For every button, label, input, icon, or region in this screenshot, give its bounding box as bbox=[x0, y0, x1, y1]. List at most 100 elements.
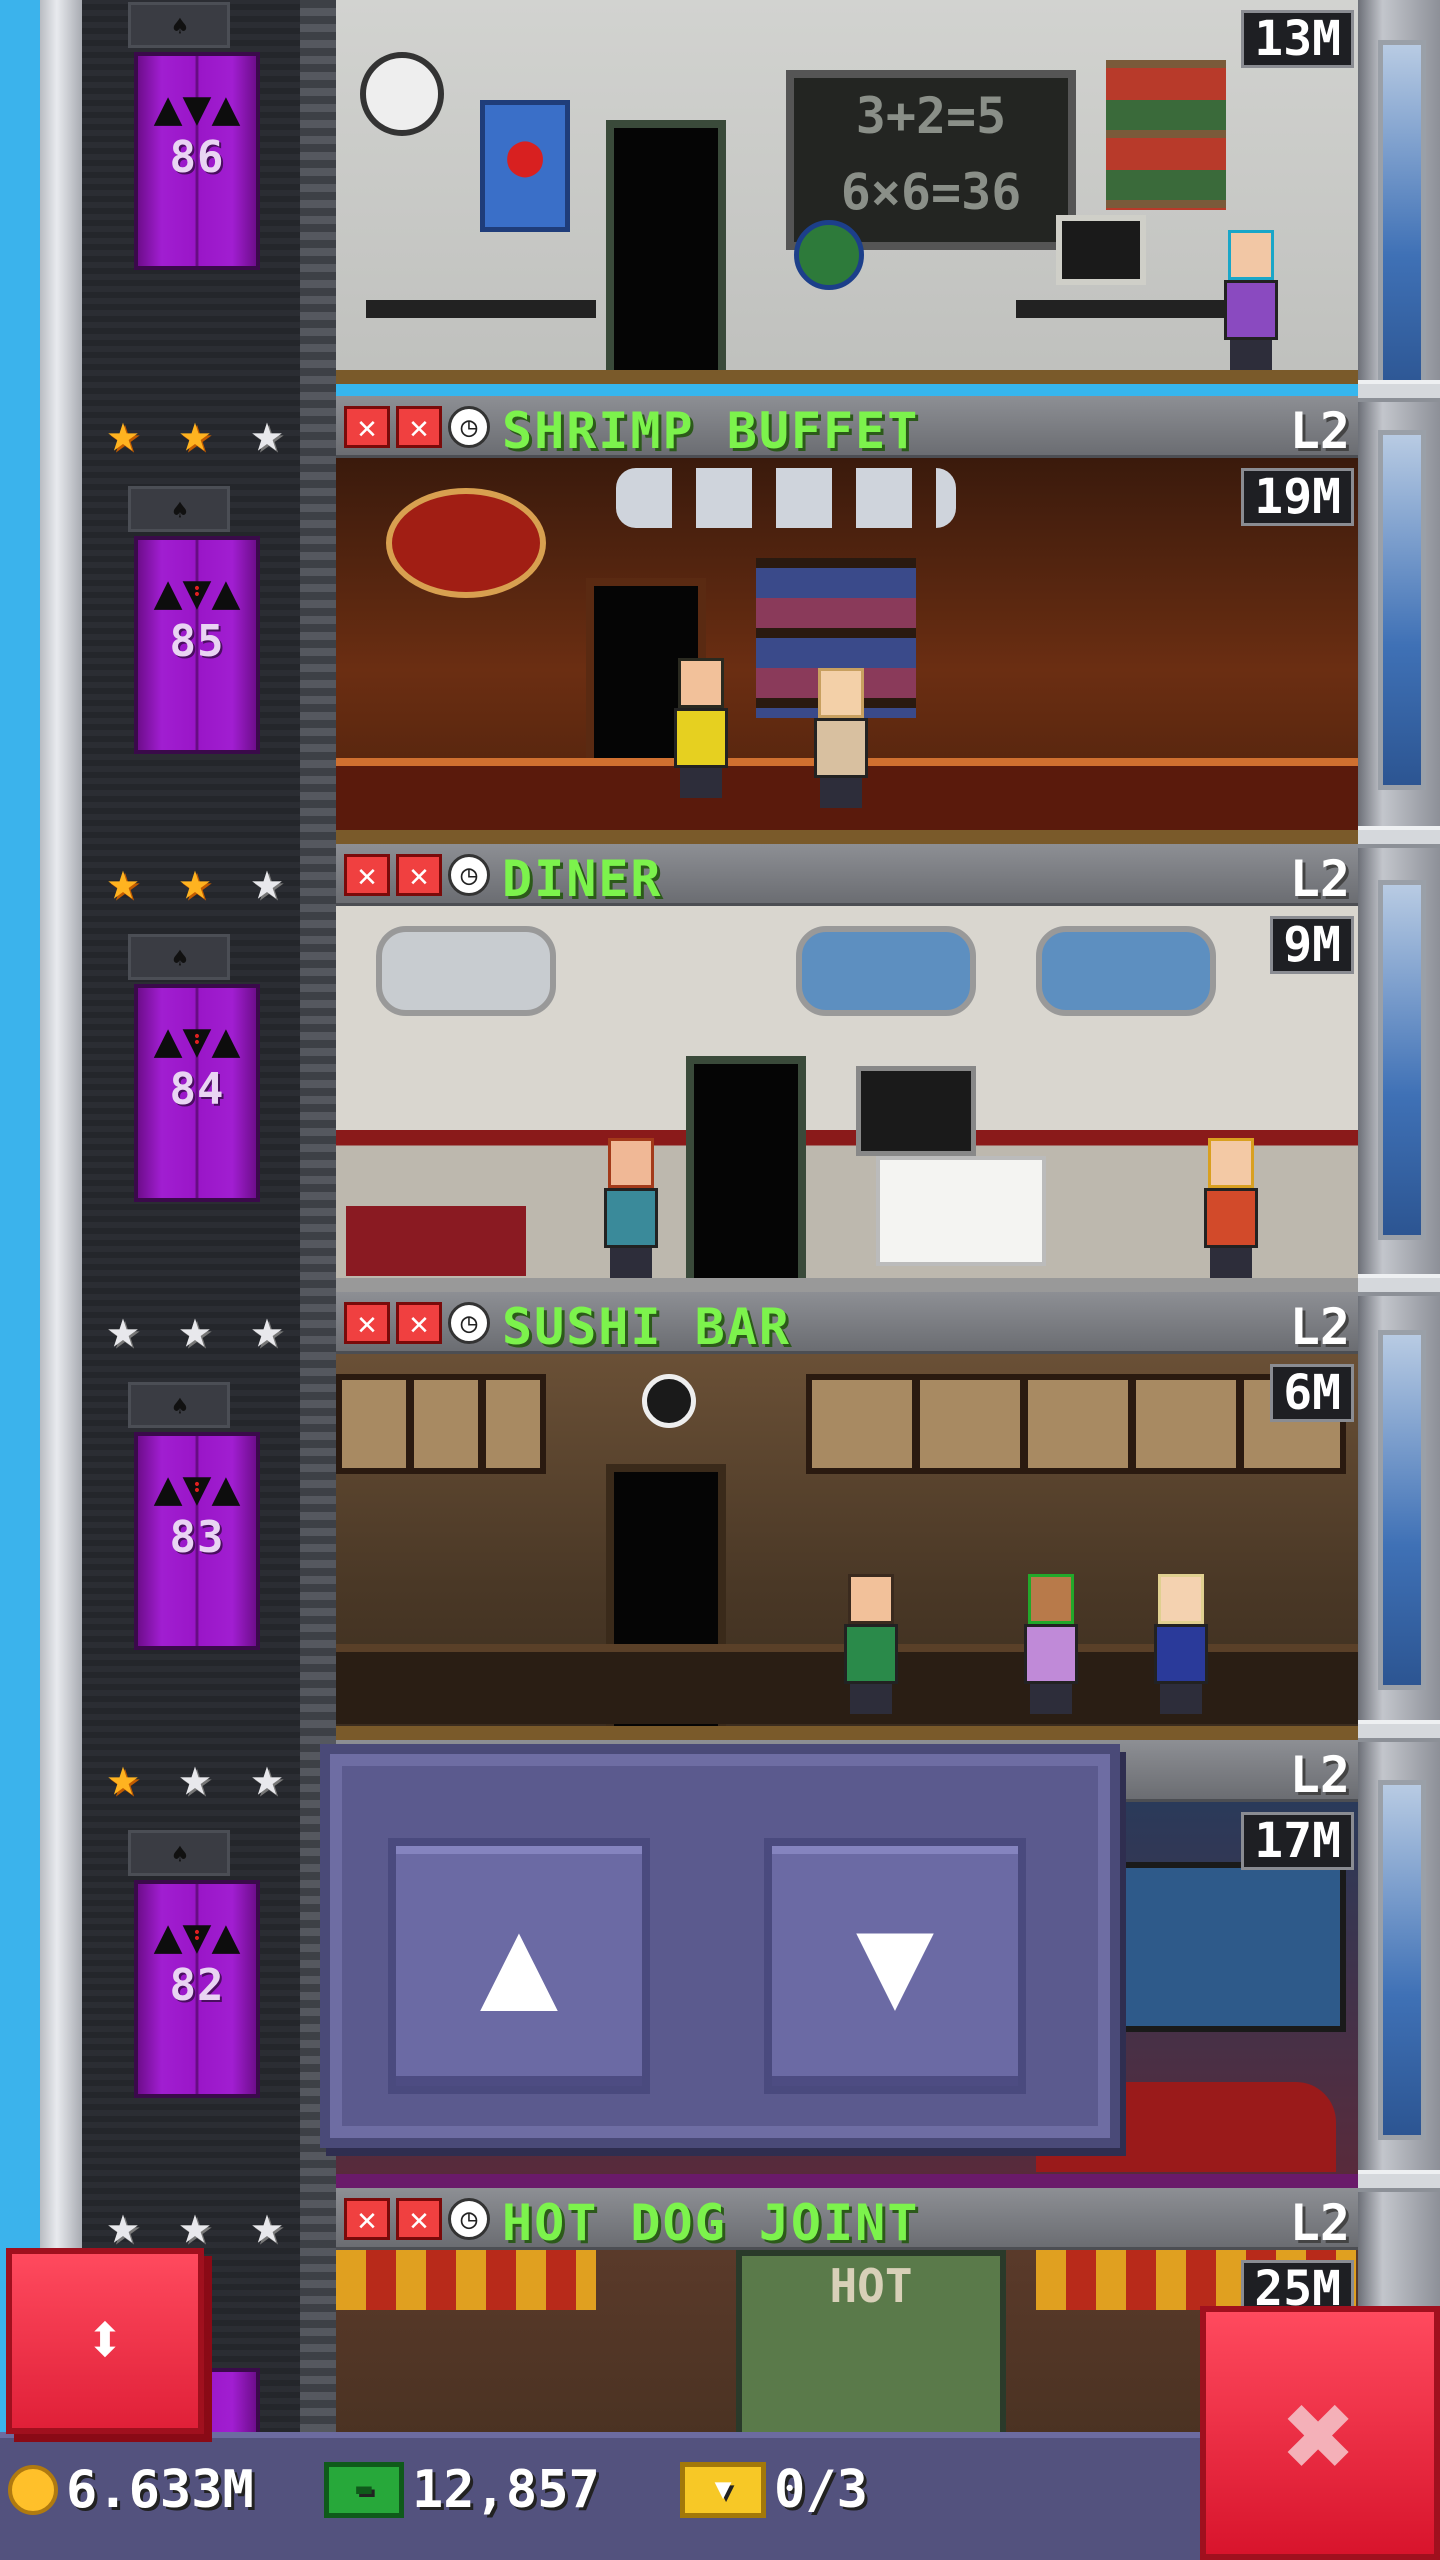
floor-earnings-tag[interactable]: 19M bbox=[1241, 468, 1354, 526]
floor-85[interactable]: ★ ★ ★ ♠ ▲▼▲ • • 85 ✕ ✕ ◷ SHRIMP BUFFET L… bbox=[82, 396, 1358, 844]
sky-background bbox=[0, 0, 40, 2560]
star-icon: ★ bbox=[178, 1297, 212, 1360]
sushi-lamp-icon bbox=[642, 1374, 696, 1428]
coin-icon bbox=[8, 2465, 58, 2515]
elevator-floor-number: 82 bbox=[169, 1960, 225, 2011]
close-button[interactable]: ✖ bbox=[1200, 2306, 1440, 2560]
chalkboard-line: 6×6=36 bbox=[840, 163, 1022, 221]
up-arrow-icon: ▲ bbox=[479, 1885, 559, 2037]
shrimp-buffet-room[interactable]: ✕ ✕ ◷ SHRIMP BUFFET L2 19M bbox=[336, 396, 1358, 844]
unstocked-x-icon: ✕ bbox=[344, 2198, 390, 2240]
unstocked-x-icon: ✕ bbox=[396, 854, 442, 896]
close-icon: ✖ bbox=[1283, 2367, 1357, 2506]
floor-name: SUSHI BAR bbox=[502, 1298, 791, 1356]
apple-poster: ● bbox=[480, 100, 570, 232]
floor-level: L2 bbox=[1289, 402, 1350, 460]
floor-strip bbox=[336, 1278, 1358, 1292]
floor-84[interactable]: ★ ★ ★ ♠ ▲▼▲ • • 84 ✕ ✕ ◷ DINER L2 9M bbox=[82, 844, 1358, 1292]
tickets-display[interactable]: ▼ 0/3 bbox=[680, 2460, 868, 2520]
floor-83[interactable]: ★ ★ ★ ♠ ▲▼▲ • • 83 ✕ ✕ ◷ SUSHI BAR L2 6M bbox=[82, 1292, 1358, 1740]
chalkboard-line: 3+2=5 bbox=[855, 87, 1007, 145]
customer-person bbox=[1196, 1138, 1266, 1278]
star-icon: ★ bbox=[250, 2193, 284, 2256]
floor-status-icons: ✕ ✕ ◷ bbox=[344, 2198, 490, 2240]
floor-earnings-tag[interactable]: 13M bbox=[1241, 10, 1354, 68]
unstocked-x-icon: ✕ bbox=[344, 406, 390, 448]
diner-window bbox=[376, 926, 556, 1016]
diner-room[interactable]: ✕ ✕ ◷ DINER L2 9M bbox=[336, 844, 1358, 1292]
customer-person bbox=[1016, 1574, 1086, 1714]
floor-level: L2 bbox=[1289, 2194, 1350, 2252]
visitor-person bbox=[1216, 230, 1286, 370]
customer-person bbox=[596, 1138, 666, 1278]
bux-display[interactable]: ▬ 12,857 bbox=[324, 2460, 600, 2520]
star-icon: ★ bbox=[178, 849, 212, 912]
elevator-down-button[interactable]: ▼ bbox=[764, 1838, 1026, 2094]
bat-eyes: • • bbox=[192, 581, 202, 603]
elevator-indicator-icon: ♠ bbox=[172, 944, 188, 974]
elevator-indicator-icon: ♠ bbox=[172, 496, 188, 526]
coins-value: 6.633M bbox=[66, 2460, 254, 2520]
classroom-room[interactable]: ● 3+2=5 6×6=36 13M bbox=[336, 0, 1358, 384]
star-icon: ★ bbox=[178, 401, 212, 464]
elevator-floor-number: 86 bbox=[169, 132, 225, 183]
tower-left-wall bbox=[40, 0, 82, 2560]
floor-stars: ★ ★ ★ bbox=[94, 1748, 296, 1806]
star-icon: ★ bbox=[106, 1745, 140, 1808]
star-icon: ★ bbox=[250, 1297, 284, 1360]
room-interior bbox=[336, 1354, 1358, 1740]
tower-window bbox=[1378, 40, 1426, 400]
awning bbox=[336, 2250, 596, 2310]
aquarium-tank bbox=[1096, 1862, 1346, 2032]
star-icon: ★ bbox=[106, 2193, 140, 2256]
diner-door bbox=[686, 1056, 806, 1292]
room-interior bbox=[336, 906, 1358, 1292]
clock-icon: ◷ bbox=[448, 406, 490, 448]
globe-icon bbox=[794, 220, 864, 290]
floor-status-icons: ✕ ✕ ◷ bbox=[344, 854, 490, 896]
floor-name: DINER bbox=[502, 850, 663, 908]
tower-ledge bbox=[1358, 1720, 1440, 1742]
tower-window bbox=[1378, 430, 1426, 790]
tower-bux-icon: ▬ bbox=[324, 2462, 404, 2518]
sushi-bar-room[interactable]: ✕ ✕ ◷ SUSHI BAR L2 6M bbox=[336, 1292, 1358, 1740]
elevator-indicator-icon: ♠ bbox=[172, 1392, 188, 1422]
floor-stars: ★ ★ ★ bbox=[94, 2196, 296, 2254]
star-icon: ★ bbox=[106, 401, 140, 464]
floor-level: L2 bbox=[1289, 1298, 1350, 1356]
floor-title-bar: ✕ ✕ ◷ SHRIMP BUFFET L2 bbox=[336, 396, 1358, 460]
customer-person bbox=[836, 1574, 906, 1714]
wall-clock-icon bbox=[360, 52, 444, 136]
floor-name: SHRIMP BUFFET bbox=[502, 402, 920, 460]
tower-ledge bbox=[1358, 1274, 1440, 1296]
customer-person bbox=[806, 668, 876, 808]
elevator-up-button[interactable]: ▲ bbox=[388, 1838, 650, 2094]
shoji-window bbox=[806, 1374, 1346, 1474]
tower-window bbox=[1378, 1780, 1426, 2140]
floor-level: L2 bbox=[1289, 1746, 1350, 1804]
star-icon: ★ bbox=[178, 1745, 212, 1808]
star-icon: ★ bbox=[250, 401, 284, 464]
floor-status-icons: ✕ ✕ ◷ bbox=[344, 1302, 490, 1344]
ticket-icon: ▼ bbox=[680, 2462, 766, 2518]
diner-window bbox=[796, 926, 976, 1016]
floor-stars: ★ ★ ★ bbox=[94, 1300, 296, 1358]
floor-earnings-tag[interactable]: 6M bbox=[1270, 1364, 1354, 1422]
elevator-floor-number: 83 bbox=[169, 1512, 225, 1563]
tickets-value: 0/3 bbox=[774, 2460, 868, 2520]
elevator-nav-popup: ▲ ▼ bbox=[320, 1744, 1120, 2148]
floor-earnings-tag[interactable]: 9M bbox=[1270, 916, 1354, 974]
star-icon: ★ bbox=[106, 849, 140, 912]
clock-icon: ◷ bbox=[448, 2198, 490, 2240]
clock-icon: ◷ bbox=[448, 854, 490, 896]
floor-strip bbox=[336, 830, 1358, 844]
hot-sign-text: HOT bbox=[829, 2259, 913, 2313]
floor-title-bar: ✕ ✕ ◷ DINER L2 bbox=[336, 844, 1358, 908]
elevator-toggle-button[interactable]: ⬍ bbox=[6, 2248, 204, 2434]
elevator-floor-number: 84 bbox=[169, 1064, 225, 1115]
coins-display[interactable]: 6.633M bbox=[8, 2460, 254, 2520]
polar-bear bbox=[876, 1156, 1046, 1266]
floor-earnings-tag[interactable]: 17M bbox=[1241, 1812, 1354, 1870]
floor-status-icons: ✕ ✕ ◷ bbox=[344, 406, 490, 448]
star-icon: ★ bbox=[106, 1297, 140, 1360]
